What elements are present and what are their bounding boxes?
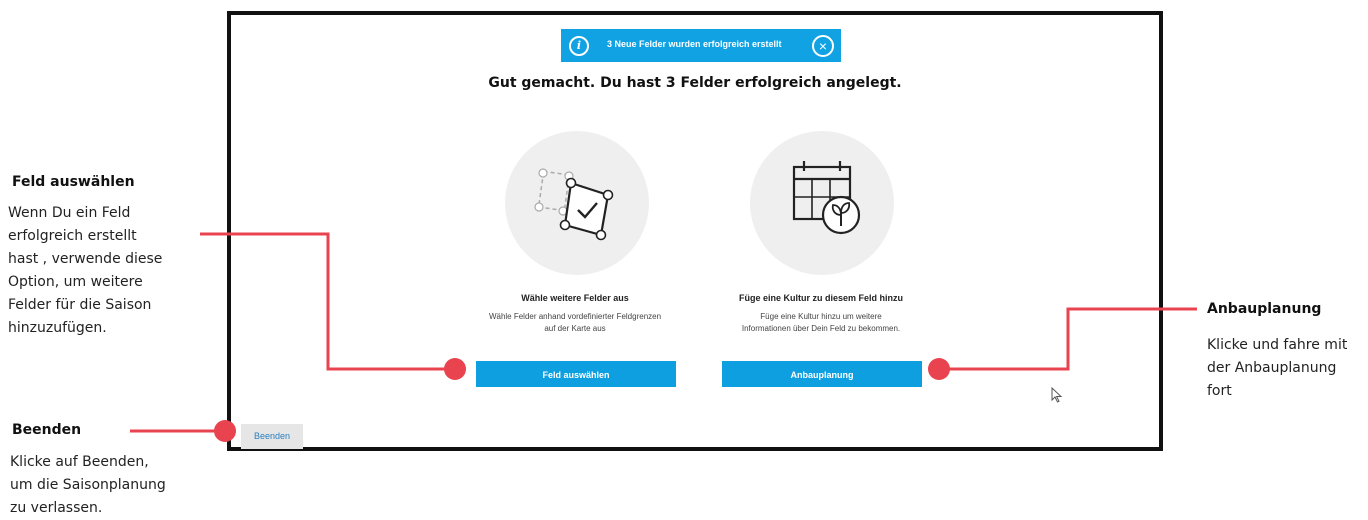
callout-dot-anbau [928,358,950,380]
callout-line-anbau [939,307,1197,371]
callout-dot-beenden [214,420,236,442]
callout-dot-feld [444,358,466,380]
callout-line-feld [200,232,455,371]
callout-lines [130,232,1197,442]
